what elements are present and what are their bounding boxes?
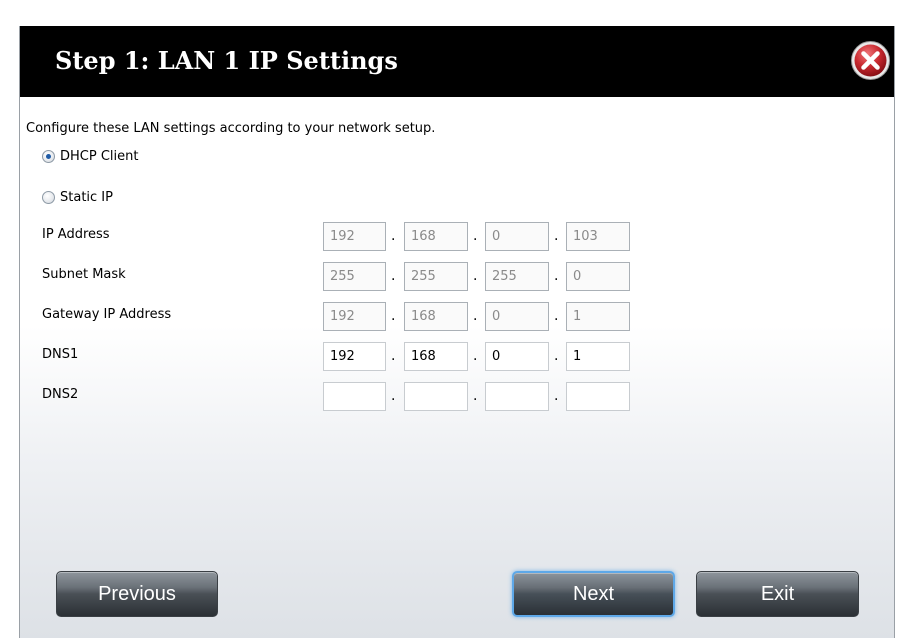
close-icon xyxy=(851,41,890,80)
dhcp-client-radio[interactable]: DHCP Client xyxy=(42,147,138,165)
gateway-ip-octet-1[interactable] xyxy=(323,302,386,331)
ip-address-octet-1[interactable] xyxy=(323,222,386,251)
ip-address-separator-1: . xyxy=(391,228,396,244)
dns2-separator-2: . xyxy=(473,388,478,404)
dns1-octet-3[interactable] xyxy=(485,342,549,371)
dns2-octet-3[interactable] xyxy=(485,382,549,411)
dns2-octet-2[interactable] xyxy=(404,382,468,411)
ip-address-separator-3: . xyxy=(554,228,559,244)
dns2-separator-1: . xyxy=(391,388,396,404)
ip-address-label: IP Address xyxy=(42,227,110,242)
exit-button[interactable]: Exit xyxy=(696,571,859,617)
gateway-ip-separator-2: . xyxy=(473,308,478,324)
ip-address-octet-3[interactable] xyxy=(485,222,549,251)
subnet-mask-octet-3[interactable] xyxy=(485,262,549,291)
lan-settings-dialog: Step 1: LAN 1 IP Settings Configure thes… xyxy=(19,26,895,638)
dns1-octet-1[interactable] xyxy=(323,342,386,371)
dns1-separator-3: . xyxy=(554,348,559,364)
subnet-mask-separator-1: . xyxy=(391,268,396,284)
gateway-ip-octet-2[interactable] xyxy=(404,302,468,331)
previous-button[interactable]: Previous xyxy=(56,571,218,617)
dhcp-client-label: DHCP Client xyxy=(60,148,139,164)
ip-address-octet-4[interactable] xyxy=(566,222,630,251)
gateway-ip-separator-3: . xyxy=(554,308,559,324)
gateway-ip-octet-3[interactable] xyxy=(485,302,549,331)
intro-text: Configure these LAN settings according t… xyxy=(26,121,436,136)
dialog-title: Step 1: LAN 1 IP Settings xyxy=(55,46,398,75)
close-button[interactable] xyxy=(850,40,891,81)
dns2-octet-4[interactable] xyxy=(566,382,630,411)
subnet-mask-label: Subnet Mask xyxy=(42,267,126,282)
dns1-octet-2[interactable] xyxy=(404,342,468,371)
dns2-label: DNS2 xyxy=(42,387,79,402)
ip-address-octet-2[interactable] xyxy=(404,222,468,251)
radio-unchecked-icon xyxy=(42,190,55,204)
subnet-mask-octet-2[interactable] xyxy=(404,262,468,291)
dns1-label: DNS1 xyxy=(42,347,79,362)
gateway-ip-octet-4[interactable] xyxy=(566,302,630,331)
title-bar: Step 1: LAN 1 IP Settings xyxy=(20,26,894,97)
subnet-mask-octet-1[interactable] xyxy=(323,262,386,291)
dialog-content: Configure these LAN settings according t… xyxy=(20,97,894,547)
dns1-separator-1: . xyxy=(391,348,396,364)
subnet-mask-separator-3: . xyxy=(554,268,559,284)
dns2-separator-3: . xyxy=(554,388,559,404)
subnet-mask-separator-2: . xyxy=(473,268,478,284)
gateway-ip-label: Gateway IP Address xyxy=(42,307,172,322)
radio-checked-icon xyxy=(42,149,55,163)
gateway-ip-separator-1: . xyxy=(391,308,396,324)
dns1-separator-2: . xyxy=(473,348,478,364)
static-ip-radio[interactable]: Static IP xyxy=(42,188,113,206)
ip-address-separator-2: . xyxy=(473,228,478,244)
static-ip-label: Static IP xyxy=(60,189,113,205)
next-button[interactable]: Next xyxy=(512,571,675,617)
subnet-mask-octet-4[interactable] xyxy=(566,262,630,291)
dns2-octet-1[interactable] xyxy=(323,382,386,411)
dns1-octet-4[interactable] xyxy=(566,342,630,371)
